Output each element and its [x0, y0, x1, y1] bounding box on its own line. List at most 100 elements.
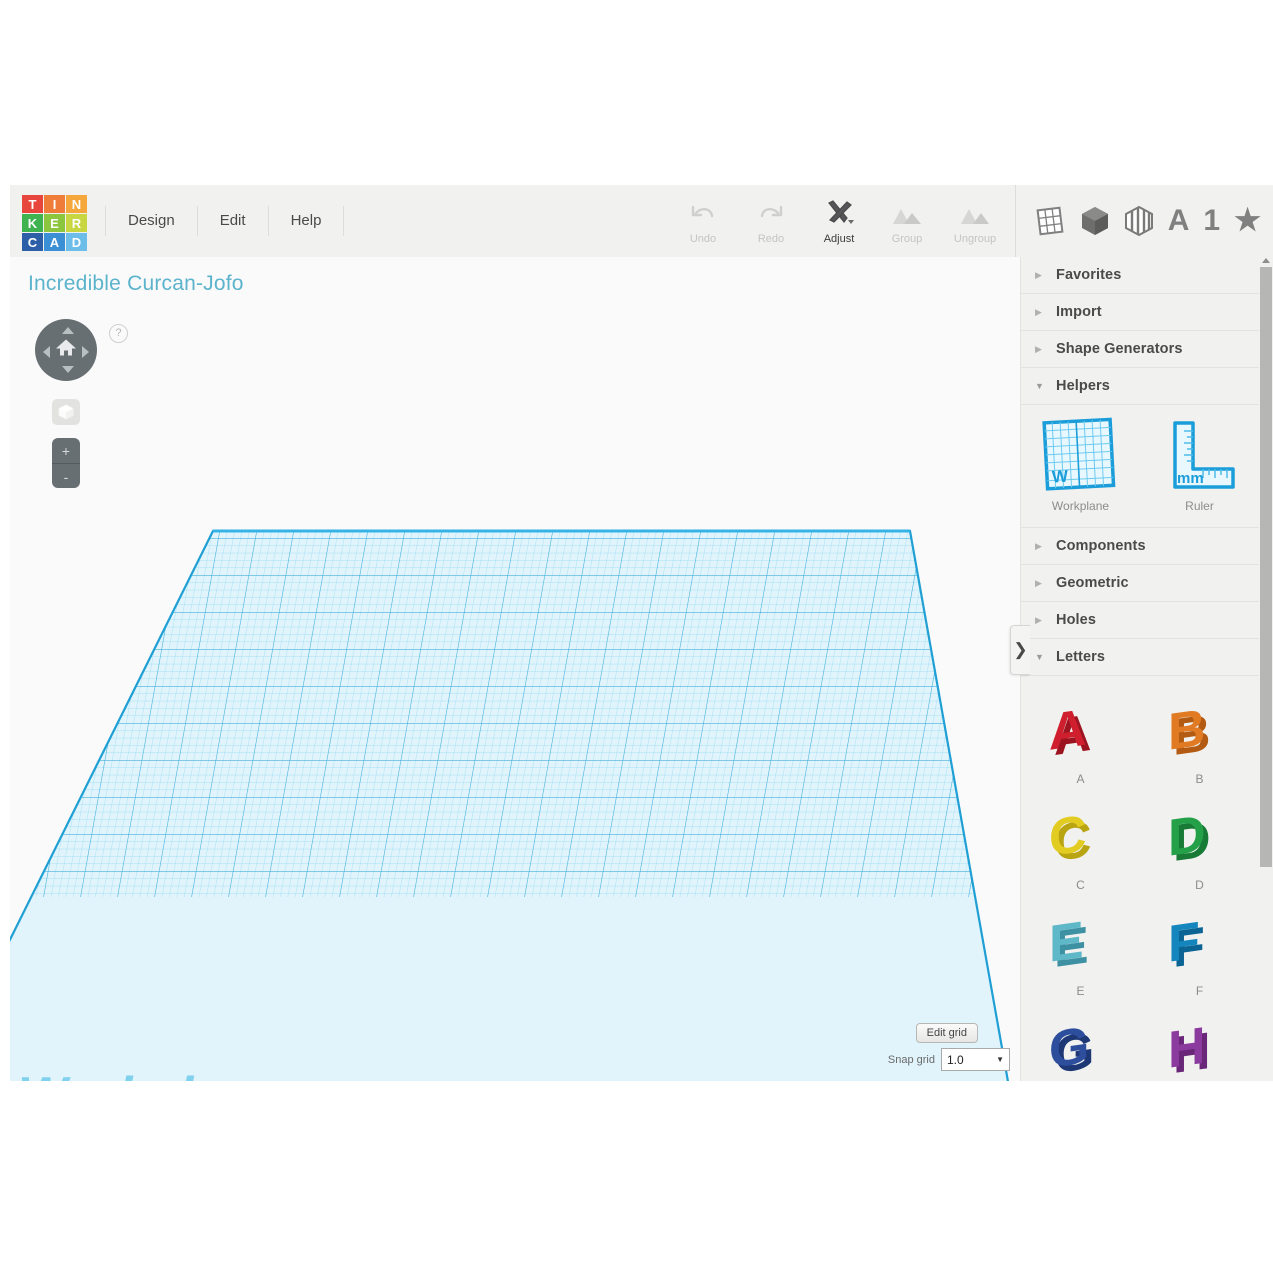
shape-workplane[interactable]: W Workplane	[1021, 413, 1140, 517]
helpers-grid: W Workplane mm Ruler	[1021, 405, 1259, 528]
editor-canvas[interactable]: Workplane Incredible Curcan-Jofo ?	[10, 257, 1021, 1081]
number-one-icon[interactable]: 1	[1203, 206, 1220, 236]
toolbar: Undo Redo Adjust Group Ungroup	[670, 185, 1008, 257]
section-helpers-label: Helpers	[1056, 378, 1110, 394]
redo-label: Redo	[757, 232, 785, 245]
undo-button[interactable]: Undo	[670, 191, 736, 251]
letter-c-icon: CC	[1041, 796, 1121, 874]
section-geometric-label: Geometric	[1056, 575, 1129, 591]
adjust-button[interactable]: Adjust	[806, 191, 872, 251]
workplane-3d: Workplane	[10, 529, 1020, 1081]
shape-letter-b[interactable]: BBB	[1140, 684, 1259, 790]
page-title: Incredible Curcan-Jofo	[28, 272, 244, 295]
letter-b-label: B	[1195, 772, 1204, 786]
shape-letter-a[interactable]: AAA	[1021, 684, 1140, 790]
svg-text:mm: mm	[1177, 470, 1204, 487]
svg-text:W: W	[1051, 467, 1069, 487]
workplane-grid-icon[interactable]	[1034, 205, 1066, 237]
shape-letter-h[interactable]: HHH	[1140, 1002, 1259, 1081]
panel-collapse-toggle[interactable]: ❯	[1010, 625, 1030, 675]
scrollbar-thumb[interactable]	[1260, 267, 1272, 867]
shape-letter-c[interactable]: CCC	[1021, 790, 1140, 896]
shape-letter-g[interactable]: GGG	[1021, 1002, 1140, 1081]
letter-e-icon: EE	[1041, 902, 1121, 980]
svg-text:H: H	[1168, 1017, 1206, 1080]
edit-grid-button[interactable]: Edit grid	[915, 1023, 978, 1043]
chevron-right-icon: ▶	[1035, 540, 1042, 551]
menu-design[interactable]: Design	[105, 206, 198, 236]
cube-icon	[58, 404, 74, 420]
chevron-right-icon: ▶	[1035, 614, 1042, 625]
svg-text:F: F	[1168, 912, 1200, 974]
section-components[interactable]: ▶ Components	[1021, 528, 1259, 565]
letter-a-icon-glyph: A	[1167, 204, 1190, 237]
striped-cube-icon[interactable]	[1124, 205, 1154, 237]
logo-cell-a-7: A	[44, 233, 65, 251]
chevron-right-icon: ▶	[1035, 343, 1042, 354]
menu-help[interactable]: Help	[269, 206, 345, 236]
nav-down-arrow-icon[interactable]	[62, 366, 74, 373]
section-favorites[interactable]: ▶ Favorites	[1021, 257, 1259, 294]
zoom-controls[interactable]: + -	[52, 438, 80, 488]
zoom-in-button[interactable]: +	[52, 438, 80, 464]
letter-h-icon: HH	[1160, 1008, 1240, 1081]
chevron-down-icon: ▼	[996, 1055, 1004, 1064]
logo-cell-d-8: D	[66, 233, 87, 251]
redo-icon	[758, 198, 784, 228]
section-import[interactable]: ▶ Import	[1021, 294, 1259, 331]
logo-cell-k-3: K	[22, 214, 43, 232]
home-view-icon[interactable]	[55, 338, 77, 363]
section-helpers[interactable]: ▼ Helpers	[1021, 368, 1259, 405]
scroll-up-arrow-icon[interactable]	[1262, 258, 1270, 263]
zoom-out-button[interactable]: -	[52, 464, 80, 489]
letter-f-icon: FF	[1160, 902, 1240, 980]
help-button[interactable]: ?	[109, 324, 128, 343]
group-label: Group	[891, 232, 923, 245]
snap-grid-select[interactable]: 1.0 ▼	[941, 1048, 1010, 1071]
undo-label: Undo	[689, 232, 717, 245]
letter-d-icon: DD	[1160, 796, 1240, 874]
letter-a-icon[interactable]: A	[1168, 206, 1190, 236]
section-letters[interactable]: ▼ Letters	[1021, 639, 1259, 676]
group-button[interactable]: Group	[874, 191, 940, 251]
menu-edit[interactable]: Edit	[198, 206, 269, 236]
undo-icon	[690, 198, 716, 228]
section-holes[interactable]: ▶ Holes	[1021, 602, 1259, 639]
logo-cell-e-4: E	[44, 214, 65, 232]
shape-letter-e[interactable]: EEE	[1021, 896, 1140, 1002]
ungroup-icon	[960, 198, 990, 228]
shape-ruler-label: Ruler	[1185, 499, 1214, 513]
panel-scrollbar[interactable]	[1259, 257, 1273, 1081]
ungroup-button[interactable]: Ungroup	[942, 191, 1008, 251]
svg-text:D: D	[1168, 805, 1206, 868]
nav-up-arrow-icon[interactable]	[62, 327, 74, 334]
tinkercad-logo[interactable]: TIN KER CAD	[22, 195, 87, 251]
section-shape-generators[interactable]: ▶ Shape Generators	[1021, 331, 1259, 368]
top-bar: TINKERCAD Design Edit Help Undo Redo Adjust G…	[10, 185, 1273, 258]
shape-category-icons: A 1 ★	[1014, 185, 1261, 257]
redo-button[interactable]: Redo	[738, 191, 804, 251]
svg-text:A: A	[1049, 699, 1087, 762]
shape-letter-f[interactable]: FFF	[1140, 896, 1259, 1002]
logo-cell-t-0: T	[22, 195, 43, 213]
star-icon[interactable]: ★	[1234, 206, 1261, 236]
section-geometric[interactable]: ▶ Geometric	[1021, 565, 1259, 602]
chevron-down-icon: ▼	[1035, 381, 1044, 391]
letter-b-icon: BB	[1160, 690, 1240, 768]
shape-ruler-thumbnail-icon: mm	[1157, 419, 1243, 495]
shape-letter-d[interactable]: DDD	[1140, 790, 1259, 896]
chevron-right-icon: ▶	[1035, 269, 1042, 280]
nav-right-arrow-icon[interactable]	[82, 346, 89, 358]
ungroup-label: Ungroup	[953, 232, 997, 245]
chevron-down-icon: ▼	[1035, 652, 1044, 662]
shape-workplane-thumbnail-icon: W	[1038, 417, 1124, 495]
solid-cube-icon[interactable]	[1080, 205, 1110, 237]
view-navigation-disc[interactable]	[35, 319, 97, 381]
star-icon-glyph: ★	[1234, 204, 1261, 237]
letter-f-label: F	[1195, 984, 1204, 998]
letter-g-icon: GG	[1041, 1008, 1121, 1081]
svg-text:B: B	[1168, 699, 1206, 762]
shape-ruler[interactable]: mm Ruler	[1140, 413, 1259, 517]
nav-left-arrow-icon[interactable]	[43, 346, 50, 358]
fit-to-view-button[interactable]	[52, 399, 80, 425]
